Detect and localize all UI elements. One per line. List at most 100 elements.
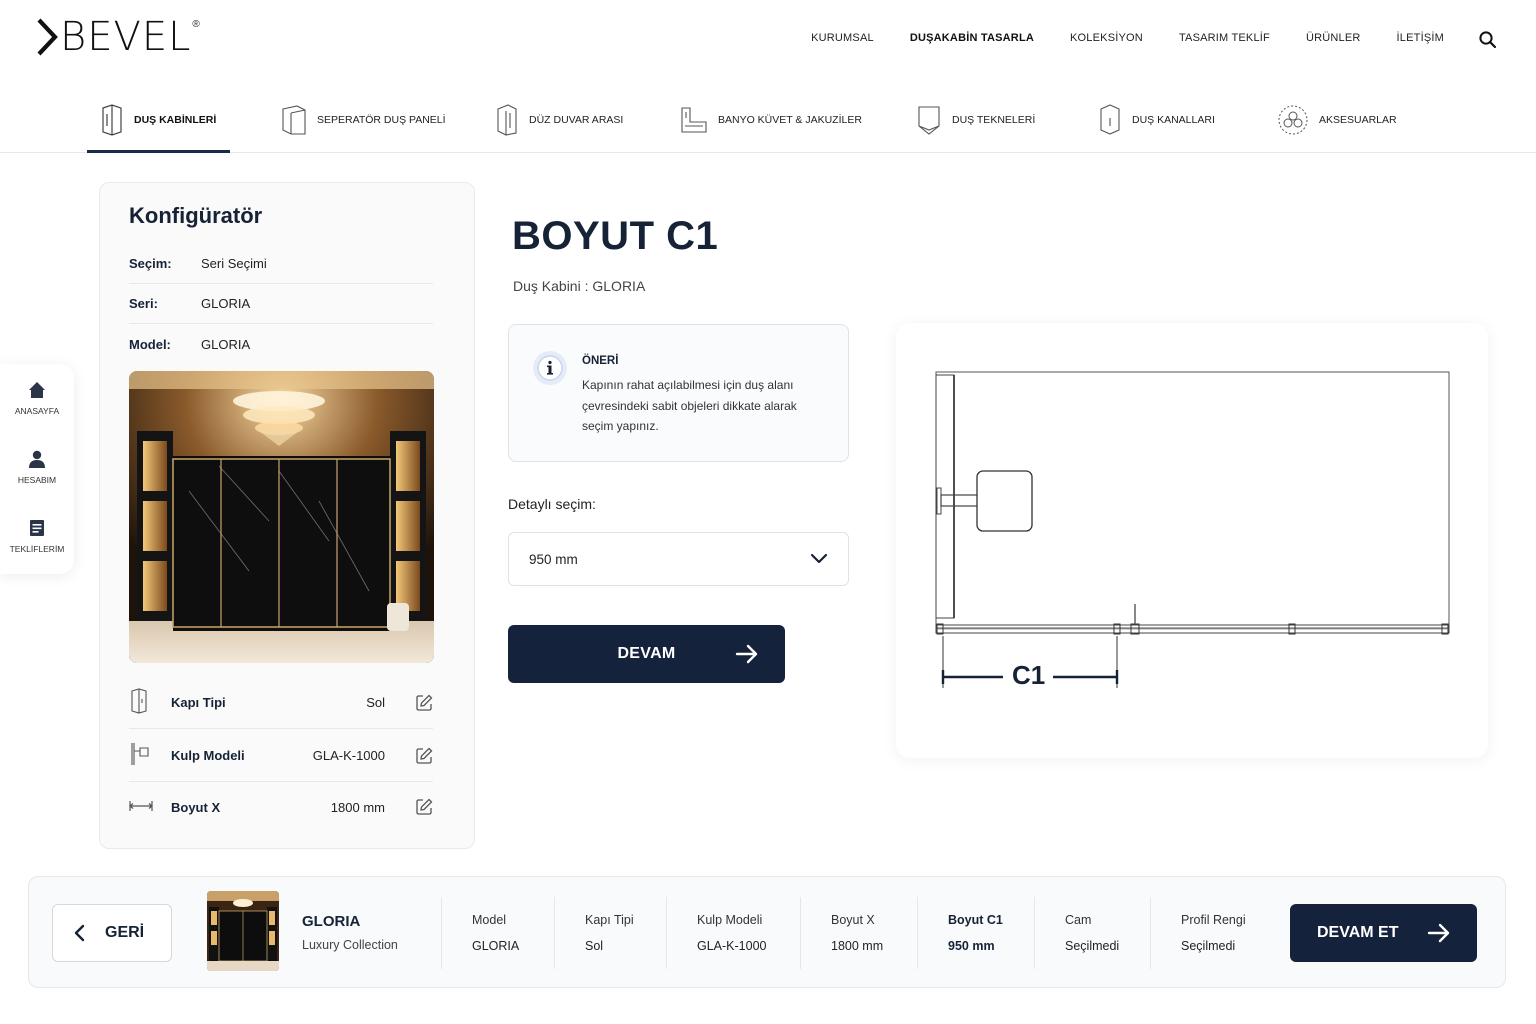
offers-icon: [30, 520, 44, 536]
summary-value: GLA-K-1000: [697, 939, 767, 953]
rail-item-anasayfa[interactable]: ANASAYFA: [0, 380, 74, 416]
nav-kurumsal[interactable]: KURUMSAL: [811, 32, 874, 44]
category-dus-tekneleri[interactable]: DUŞ TEKNELERİ: [916, 102, 1035, 138]
shower-tray-icon: [918, 106, 940, 135]
category-bar: DUŞ KABİNLERİ SEPERATÖR DUŞ PANELİ DÜZ D…: [0, 96, 1536, 153]
config-key: Seçim:: [129, 256, 172, 271]
summary-key: Boyut C1: [948, 913, 1003, 927]
c1-dimension-label: C1: [1012, 660, 1046, 690]
recommendation-line: Kapının rahat açılabilmesi için duş alan…: [582, 378, 794, 392]
rail-item-tekliflerim[interactable]: TEKLİFLERİM: [0, 518, 74, 554]
summary-key: Kulp Modeli: [697, 913, 763, 927]
registered-mark: ®: [192, 18, 200, 30]
c1-size-select[interactable]: 950 mm: [508, 532, 849, 586]
brand-logo[interactable]: BEVEL ®: [36, 14, 200, 60]
separator-panel-icon: [282, 105, 306, 135]
nav-koleksiyon[interactable]: KOLEKSİYON: [1070, 32, 1143, 44]
category-dus-kabinleri[interactable]: DUŞ KABİNLERİ: [100, 102, 216, 138]
summary-value: GLORIA: [472, 939, 520, 953]
summary-value: 1800 mm: [831, 939, 884, 953]
nav-iletisim[interactable]: İLETİŞİM: [1397, 32, 1444, 44]
search-icon[interactable]: [1478, 30, 1498, 50]
page-subtitle: Duş Kabini : GLORIA: [513, 278, 646, 294]
page-title: BOYUT C1: [512, 214, 719, 258]
continue-button[interactable]: DEVAM: [508, 625, 785, 683]
summary-value: 950 mm: [948, 939, 995, 953]
info-icon: [533, 351, 567, 385]
rail-label: ANASAYFA: [14, 406, 60, 416]
shower-plan-drawing: [935, 371, 1450, 688]
nav-tasarim-teklif[interactable]: TASARIM TEKLİF: [1179, 32, 1270, 44]
back-label: GERİ: [105, 924, 145, 941]
selection-value: GLA-K-1000: [312, 748, 385, 763]
summary-col-cam: Cam Seçilmedi: [1034, 897, 1150, 969]
back-button[interactable]: GERİ: [52, 904, 172, 962]
edit-icon[interactable]: [415, 694, 433, 712]
rail-label: HESABIM: [17, 475, 57, 485]
detail-selection-label: Detaylı seçim:: [508, 496, 596, 512]
continue-label: DEVAM: [617, 645, 676, 662]
category-label: DUŞ TEKNELERİ: [952, 114, 1036, 126]
bathtub-icon: [681, 107, 707, 133]
nav-dusakabin-tasarla[interactable]: DUŞAKABİN TASARLA: [910, 32, 1034, 44]
selection-value: 1800 mm: [330, 799, 385, 815]
config-value: GLORIA: [201, 296, 251, 311]
summary-value: Sol: [585, 939, 604, 953]
summary-key: Profil Rengi: [1181, 913, 1246, 927]
category-label: DUŞ KABİNLERİ: [134, 114, 217, 126]
summary-col-kapi-tipi: Kapı Tipi Sol: [554, 897, 666, 969]
active-category-underline: [87, 150, 230, 153]
product-photo: [129, 371, 434, 663]
config-row-seri: Seri: GLORIA: [129, 284, 433, 324]
summary-value: Seçilmedi: [1181, 939, 1236, 953]
configurator-panel: Konfigüratör Seçim: Seri Seçimi Seri: GL…: [99, 182, 475, 849]
continue-next-button[interactable]: DEVAM ET: [1290, 904, 1477, 962]
category-dus-kanallari[interactable]: DUŞ KANALLARI: [1098, 102, 1215, 138]
category-banyo-kuvet[interactable]: BANYO KÜVET & JAKUZİLER: [680, 102, 862, 138]
next-label: DEVAM ET: [1317, 924, 1399, 941]
summary-bar: GERİ GLORIA Luxury Collection Model GLOR…: [28, 876, 1506, 988]
wall-niche-icon: [497, 104, 517, 136]
category-label: BANYO KÜVET & JAKUZİLER: [718, 114, 862, 126]
side-rail: ANASAYFA HESABIM TEKLİFLERİM: [0, 364, 74, 574]
recommendation-line: çevresindeki sabit objeleri dikkate alar…: [582, 398, 797, 413]
config-value: Seri Seçimi: [201, 256, 267, 271]
config-key: Seri:: [129, 296, 158, 311]
selection-key: Kulp Modeli: [171, 748, 245, 763]
arrow-right-icon: [1427, 923, 1450, 943]
category-label: AKSESUARLAR: [1319, 114, 1397, 126]
recommendation-line: seçim yapınız.: [582, 419, 659, 433]
summary-col-model: Model GLORIA: [441, 897, 555, 969]
door-type-icon: [131, 688, 147, 714]
summary-col-boyut-c1: Boyut C1 950 mm: [917, 897, 1034, 969]
rail-label: TEKLİFLERİM: [9, 544, 65, 554]
product-thumbnail: [207, 891, 279, 971]
selection-row-kapi-tipi: Kapı Tipi Sol: [129, 677, 433, 729]
summary-key: Model: [472, 913, 507, 927]
summary-col-boyut-x: Boyut X 1800 mm: [800, 897, 917, 969]
category-label: SEPERATÖR DUŞ PANELİ: [317, 114, 446, 126]
config-value: GLORIA: [201, 336, 251, 352]
category-duz-duvar-arasi[interactable]: DÜZ DUVAR ARASI: [495, 102, 623, 138]
recommendation-title: ÖNERİ: [582, 355, 619, 367]
edit-icon[interactable]: [415, 798, 433, 816]
summary-key: Cam: [1065, 913, 1092, 927]
summary-col-kulp-modeli: Kulp Modeli GLA-K-1000: [666, 897, 800, 969]
configurator-title: Konfigüratör: [129, 203, 263, 228]
summary-value: Seçilmedi: [1065, 939, 1120, 953]
recommendation-text: Kapının rahat açılabilmesi için duş alan…: [582, 375, 832, 437]
top-nav: KURUMSAL DUŞAKABİN TASARLA KOLEKSİYON TA…: [811, 32, 1444, 44]
selection-row-boyut-x: Boyut X 1800 mm: [129, 781, 433, 833]
site-header: BEVEL ® KURUMSAL DUŞAKABİN TASARLA KOLEK…: [0, 0, 1536, 80]
category-label: DÜZ DUVAR ARASI: [529, 114, 624, 126]
edit-icon[interactable]: [415, 747, 433, 765]
config-row-secim: Seçim: Seri Seçimi: [129, 244, 433, 284]
technical-drawing: [896, 323, 1488, 758]
config-key: Model:: [129, 336, 171, 352]
select-value: 950 mm: [529, 551, 578, 567]
category-aksesuarlar[interactable]: AKSESUARLAR: [1277, 102, 1397, 138]
rail-item-hesabim[interactable]: HESABIM: [0, 449, 74, 485]
nav-urunler[interactable]: ÜRÜNLER: [1306, 32, 1361, 44]
category-seperator-dus-paneli[interactable]: SEPERATÖR DUŞ PANELİ: [281, 102, 446, 138]
chevron-left-icon: [74, 924, 85, 942]
